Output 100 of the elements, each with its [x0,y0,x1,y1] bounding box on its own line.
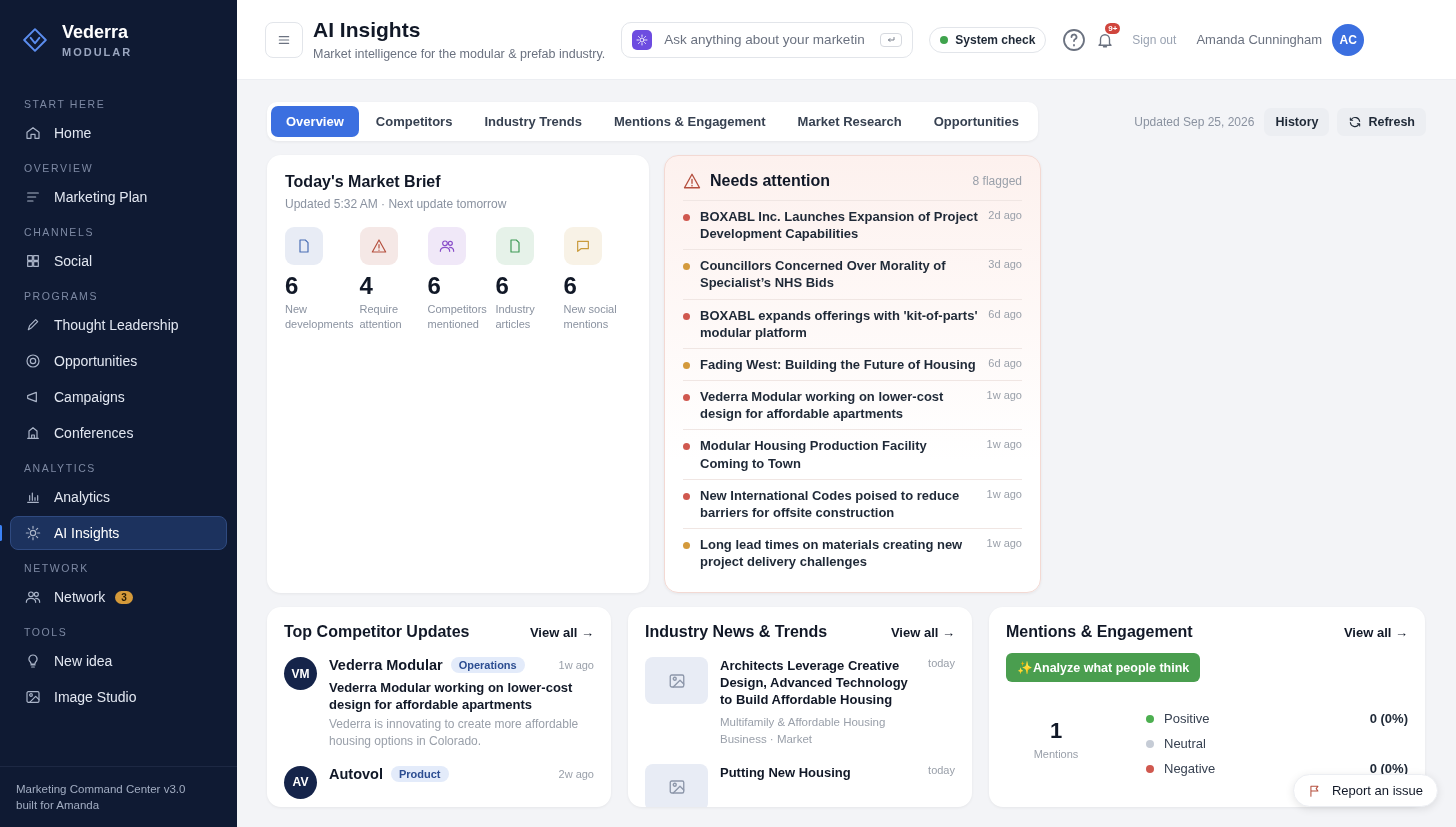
help-icon[interactable] [1062,27,1087,52]
tab[interactable]: Competitors [360,106,468,137]
sidebar-item[interactable]: Social [10,244,227,278]
lightbulb-icon [25,653,41,669]
tab[interactable]: Industry Trends [469,106,597,137]
category-tag: Product [390,765,449,782]
tab[interactable]: Market Research [782,106,917,137]
notification-badge: 9+ [1105,22,1121,34]
logo-icon [22,27,48,53]
news-time: today [928,657,955,671]
tab[interactable]: Mentions & Engagement [598,106,781,137]
sentiment-label: Positive [1164,711,1210,726]
card-title: Today's Market Brief [285,173,442,191]
chat-bubble-icon [574,238,591,254]
sidebar-item[interactable]: Image Studio [10,680,227,714]
page-title: AI Insights [313,18,422,42]
image-placeholder [645,657,708,704]
item-title: Vederra Modular working on lower-cost design for affordable apartments [700,388,945,423]
tab[interactable]: Opportunities [918,106,1034,137]
item-title: BOXABL Inc. Launches Expansion of Project Development Capabilities [700,208,979,243]
sidebar-item[interactable]: Thought Leadership [10,308,227,342]
item-time: 1w ago [986,438,1022,451]
document-icon [296,238,312,254]
image-placeholder [645,763,708,807]
report-issue-button[interactable]: Report an issue [1292,774,1438,807]
grid-icon [25,253,41,269]
company-avatar: AV [284,765,317,799]
target-icon [25,353,41,369]
flagged-count: 8 flagged [972,174,1022,188]
section-heading: PROGRAMS [23,289,100,304]
stat-label: Competitors mentioned [427,302,488,333]
update-time: 2w ago [558,767,594,780]
attention-item[interactable]: Modular Housing Production Facility Coming to Town 1w ago [683,429,1022,479]
sidebar-item[interactable]: Analytics [10,480,227,514]
update-time: 1w ago [558,659,594,671]
bar-chart-icon [25,489,41,505]
card-subtitle: Updated 5:32 AM · Next update tomorrow [285,197,508,211]
item-title: Modular Housing Production Facility Coming to Town [700,437,928,472]
stat-value: 4 [359,272,374,300]
tab[interactable]: Overview [271,106,359,137]
attention-item[interactable]: Councillors Concerned Over Morality of Specialist’s NHS Bids 3d ago [683,249,1022,299]
count-badge: 3 [115,590,133,604]
attention-item[interactable]: BOXABL Inc. Launches Expansion of Project Development Capabilities 2d ago [683,200,1022,250]
view-all-link[interactable]: View all → [529,624,594,640]
item-title: BOXABL expands offerings with 'kit-of-parts' modular platform [700,306,979,341]
history-button[interactable]: History [1264,107,1330,136]
people-icon [438,238,455,254]
card-title: Industry News & Trends [645,623,828,641]
company-name: Vederra Modular [329,657,443,673]
building-icon [25,425,41,441]
stat-label: New social mentions [563,302,618,333]
card-title: Mentions & Engagement [1006,623,1193,641]
stat-value: 6 [285,272,300,300]
list-icon [25,189,41,205]
item-time: 6d ago [988,356,1022,369]
flag-icon [1307,783,1322,798]
attention-item[interactable]: Long lead times on materials creating new project delivery challenges 1w ago [683,528,1022,578]
sentiment-label: Neutral [1164,736,1206,751]
sidebar-item[interactable]: Home [10,116,227,150]
section-heading: TOOLS [23,625,69,640]
item-title: Councillors Concerned Over Morality of Specialist’s NHS Bids [700,257,947,292]
attention-item[interactable]: New International Codes poised to reduce barriers for offsite construction 1w ago [683,478,1022,529]
status-dot [940,35,949,44]
news-headline[interactable]: Architects Leverage Creative Design, Advanced Technology to Build Affordable Housing [720,657,917,709]
search-field[interactable]: Ask anything about your marketin [621,21,914,58]
section-heading: ANALYTICS [23,461,97,476]
footer-text: Marketing Command Center v3.0 [16,781,187,797]
sidebar-item[interactable]: Conferences [10,416,227,450]
card-title: Top Competitor Updates [284,623,470,641]
people-icon [25,589,41,605]
mentions-total: 1 [1048,718,1064,744]
sentiment-value: 0 (0%) [1369,711,1408,726]
sparkle-icon [632,29,653,50]
section-heading: OVERVIEW [23,161,95,176]
news-headline[interactable]: Putting New Housing [720,763,917,781]
refresh-icon [1348,114,1363,129]
warning-icon [683,172,701,190]
sidebar-item[interactable]: New idea [10,644,227,678]
stat-label: Industry articles [495,302,536,333]
stat-value: 6 [427,272,442,300]
sidebar-item[interactable]: Campaigns [10,380,227,414]
view-all-link[interactable]: View all → [890,624,955,640]
update-headline[interactable]: Vederra Modular working on lower-cost design for affordable apartments [329,679,594,714]
item-time: 3d ago [988,258,1022,271]
stat-value: 6 [563,272,578,300]
sidebar-item[interactable]: Marketing Plan [10,180,227,214]
image-icon [25,689,41,705]
item-title: Fading West: Building the Future of Housing [700,355,977,374]
user-avatar[interactable]: AC [1332,23,1365,56]
footer-text: built for Amanda [16,797,101,813]
attention-item[interactable]: BOXABL expands offerings with 'kit-of-parts' modular platform 6d ago [683,298,1022,348]
enter-key-icon [880,32,903,47]
refresh-button[interactable]: Refresh [1337,107,1426,136]
item-time: 1w ago [986,537,1022,550]
sidebar-item[interactable]: Opportunities [10,344,227,378]
attention-item[interactable]: Fading West: Building the Future of Housing 6d ago [683,347,1022,381]
sidebar-item[interactable]: Network 3 [10,580,227,614]
system-check-button[interactable]: System check [929,26,1047,53]
view-all-link[interactable]: View all → [1343,624,1408,640]
attention-item[interactable]: Vederra Modular working on lower-cost design for affordable apartments 1w ago [683,380,1022,430]
